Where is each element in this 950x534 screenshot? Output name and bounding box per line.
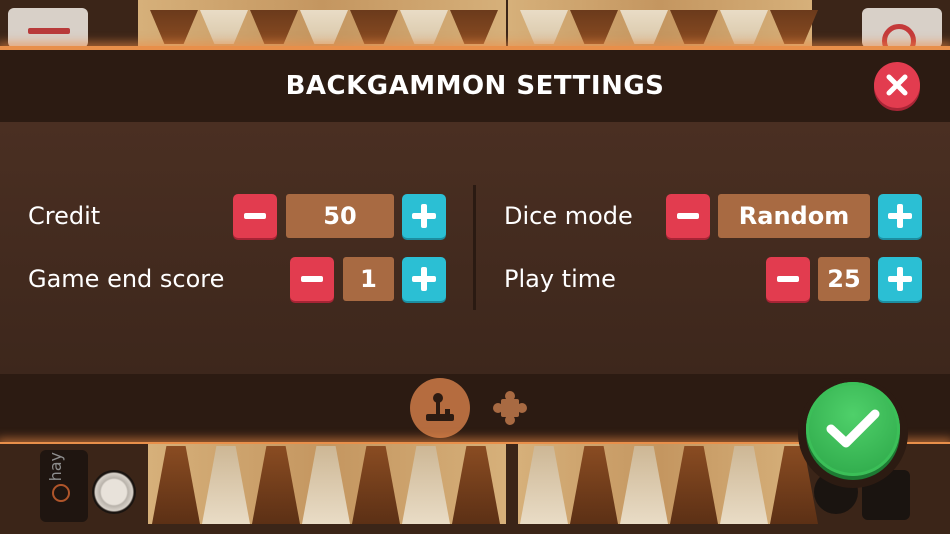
play-time-value: 25: [818, 257, 870, 301]
minus-icon: [777, 276, 799, 282]
checkmark-icon: [826, 409, 880, 448]
plus-icon: [888, 204, 912, 228]
dice-mode-minus-button[interactable]: [666, 194, 710, 238]
minus-icon: [301, 276, 323, 282]
dice-mode-plus-button[interactable]: [878, 194, 922, 238]
checker-piece: [92, 470, 136, 514]
dice-mode-value: Random: [718, 194, 870, 238]
game-end-score-minus-button[interactable]: [290, 257, 334, 301]
game-end-score-label: Game end score: [28, 265, 225, 293]
minus-icon: [677, 213, 699, 219]
rules-settings-tab[interactable]: [490, 388, 530, 428]
exit-icon: [882, 24, 916, 48]
credit-label: Credit: [28, 202, 101, 230]
confirm-button[interactable]: [806, 382, 900, 476]
menu-icon: [28, 28, 70, 34]
game-end-score-value: 1: [343, 257, 394, 301]
close-icon: [886, 74, 908, 96]
credit-value: 50: [286, 194, 394, 238]
play-time-minus-button[interactable]: [766, 257, 810, 301]
plus-icon: [412, 204, 436, 228]
board-top: [0, 0, 950, 48]
plus-icon: [888, 267, 912, 291]
dialog-header: BACKGAMMON SETTINGS: [0, 50, 950, 122]
game-settings-tab[interactable]: [410, 378, 470, 438]
credit-minus-button[interactable]: [233, 194, 277, 238]
exit-button[interactable]: [862, 8, 942, 48]
checker-piece: [52, 484, 70, 502]
close-button[interactable]: [874, 62, 920, 108]
play-time-label: Play time: [504, 265, 616, 293]
play-time-plus-button[interactable]: [878, 257, 922, 301]
opponent-name: hay: [46, 452, 65, 482]
settings-panel: Credit 50 Game end score 1 Dice mode Ran…: [0, 122, 950, 374]
menu-button[interactable]: [8, 8, 88, 48]
puzzle-icon: [493, 391, 527, 425]
minus-icon: [244, 213, 266, 219]
game-end-score-plus-button[interactable]: [402, 257, 446, 301]
joystick-icon: [426, 393, 454, 421]
plus-icon: [412, 267, 436, 291]
dice-mode-label: Dice mode: [504, 202, 633, 230]
column-divider: [473, 185, 476, 310]
credit-plus-button[interactable]: [402, 194, 446, 238]
dialog-title: BACKGAMMON SETTINGS: [285, 71, 665, 101]
